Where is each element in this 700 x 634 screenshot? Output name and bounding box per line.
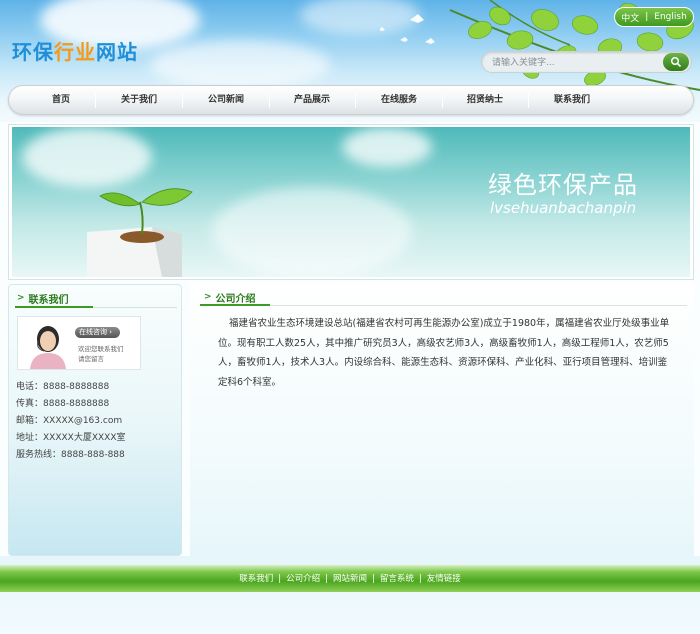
logo-text-part3: 网站 (96, 40, 138, 64)
contact-phone: 电话：8888-8888888 (16, 382, 110, 392)
consult-button-label: 在线咨询 (79, 328, 107, 336)
sidebar-contact: > 联系我们 在线咨询 › 欢迎您联系我们 请您留言 电话：8888-88888… (8, 284, 182, 556)
company-intro-text: 福建省农业生态环境建设总站(福建省农村可再生能源办公室)成立于1980年，属福建… (218, 318, 670, 388)
online-consult-button[interactable]: 在线咨询 › (75, 327, 120, 338)
nav-item-contact[interactable]: 联系我们 (544, 86, 600, 114)
consult-line: 请您留言 (78, 355, 104, 363)
logo-text-part1: 环保 (12, 40, 54, 64)
double-arrow-icon: > (17, 293, 25, 303)
footer-separator: | (372, 574, 375, 584)
nav-item-news[interactable]: 公司新闻 (198, 86, 254, 114)
nav-item-about[interactable]: 关于我们 (111, 86, 167, 114)
contact-email: 邮箱：XXXXX@163.com (16, 416, 123, 426)
banner: 绿色环保产品 lvsehuanbachanpin (12, 127, 690, 277)
sprout-illustration (87, 188, 193, 277)
footer-link-guestbook[interactable]: 留言系统 (380, 574, 414, 584)
banner-subtitle: lvsehuanbachanpin (490, 199, 637, 217)
cloud-decoration (212, 187, 412, 277)
online-service-card[interactable]: 在线咨询 › 欢迎您联系我们 请您留言 (17, 316, 141, 370)
footer-separator: | (418, 574, 422, 584)
nav-item-service[interactable]: 在线服务 (371, 86, 427, 114)
main-nav: 首页 关于我们 公司新闻 产品展示 在线服务 招贤纳士 联系我们 (8, 85, 694, 115)
search-box (481, 51, 692, 73)
sidebar-title: 联系我们 (28, 294, 69, 306)
nav-divider (269, 93, 270, 108)
footer-links: 联系我们 | 公司介绍 | 网站新闻 | 留言系统 | 友情链接 (0, 572, 700, 584)
nav-divider (95, 93, 96, 108)
contact-list: 电话：8888-8888888 传真：8888-8888888 邮箱：XXXXX… (16, 379, 126, 464)
cloud-decoration (342, 127, 432, 167)
footer-link-friends[interactable]: 友情链接 (427, 574, 461, 584)
divider-accent (15, 306, 93, 308)
site-logo[interactable]: 环保行业网站 (12, 36, 138, 65)
customer-service-avatar (30, 326, 66, 369)
double-arrow-icon: > (204, 292, 212, 302)
nav-item-home[interactable]: 首页 (39, 86, 83, 114)
consult-description: 欢迎您联系我们 请您留言 (78, 344, 124, 364)
footer-link-contact[interactable]: 联系我们 (239, 574, 273, 584)
footer-separator: | (325, 574, 328, 584)
nav-divider (528, 93, 529, 108)
search-button[interactable] (663, 53, 689, 71)
contact-address: 地址：XXXXX大厦XXXX室 (16, 433, 126, 443)
language-switcher: 中文 | English (614, 7, 694, 27)
lang-separator: | (645, 12, 649, 22)
divider-accent (200, 304, 270, 306)
main-title: 公司介绍 (215, 293, 256, 305)
nav-divider (355, 93, 356, 108)
cloud-decoration (22, 127, 152, 187)
nav-item-products[interactable]: 产品展示 (284, 86, 340, 114)
nav-divider (442, 93, 443, 108)
footer-separator: | (278, 574, 282, 584)
consult-line: 欢迎您联系我们 (78, 345, 124, 353)
contact-hotline: 服务热线：8888-888-888 (16, 450, 125, 460)
logo-text-part2: 行业 (54, 40, 96, 64)
lang-english-link[interactable]: English (654, 12, 687, 22)
magnifier-icon (670, 56, 682, 68)
contact-fax: 传真：8888-8888888 (16, 399, 110, 409)
header: 环保行业网站 中文 | English 请输入关键字... 首页 关于我们 公司… (0, 0, 700, 122)
nav-item-jobs[interactable]: 招贤纳士 (457, 86, 513, 114)
footer-link-news[interactable]: 网站新闻 (333, 574, 367, 584)
banner-title: 绿色环保产品 (488, 171, 638, 199)
divider (200, 305, 687, 306)
footer-link-about[interactable]: 公司介绍 (286, 574, 320, 584)
cloud-decoration (150, 40, 330, 90)
sidebar-heading: > 联系我们 (17, 289, 69, 307)
nav-divider (182, 93, 183, 108)
lang-chinese-link[interactable]: 中文 (621, 11, 639, 24)
search-input[interactable] (492, 55, 652, 70)
